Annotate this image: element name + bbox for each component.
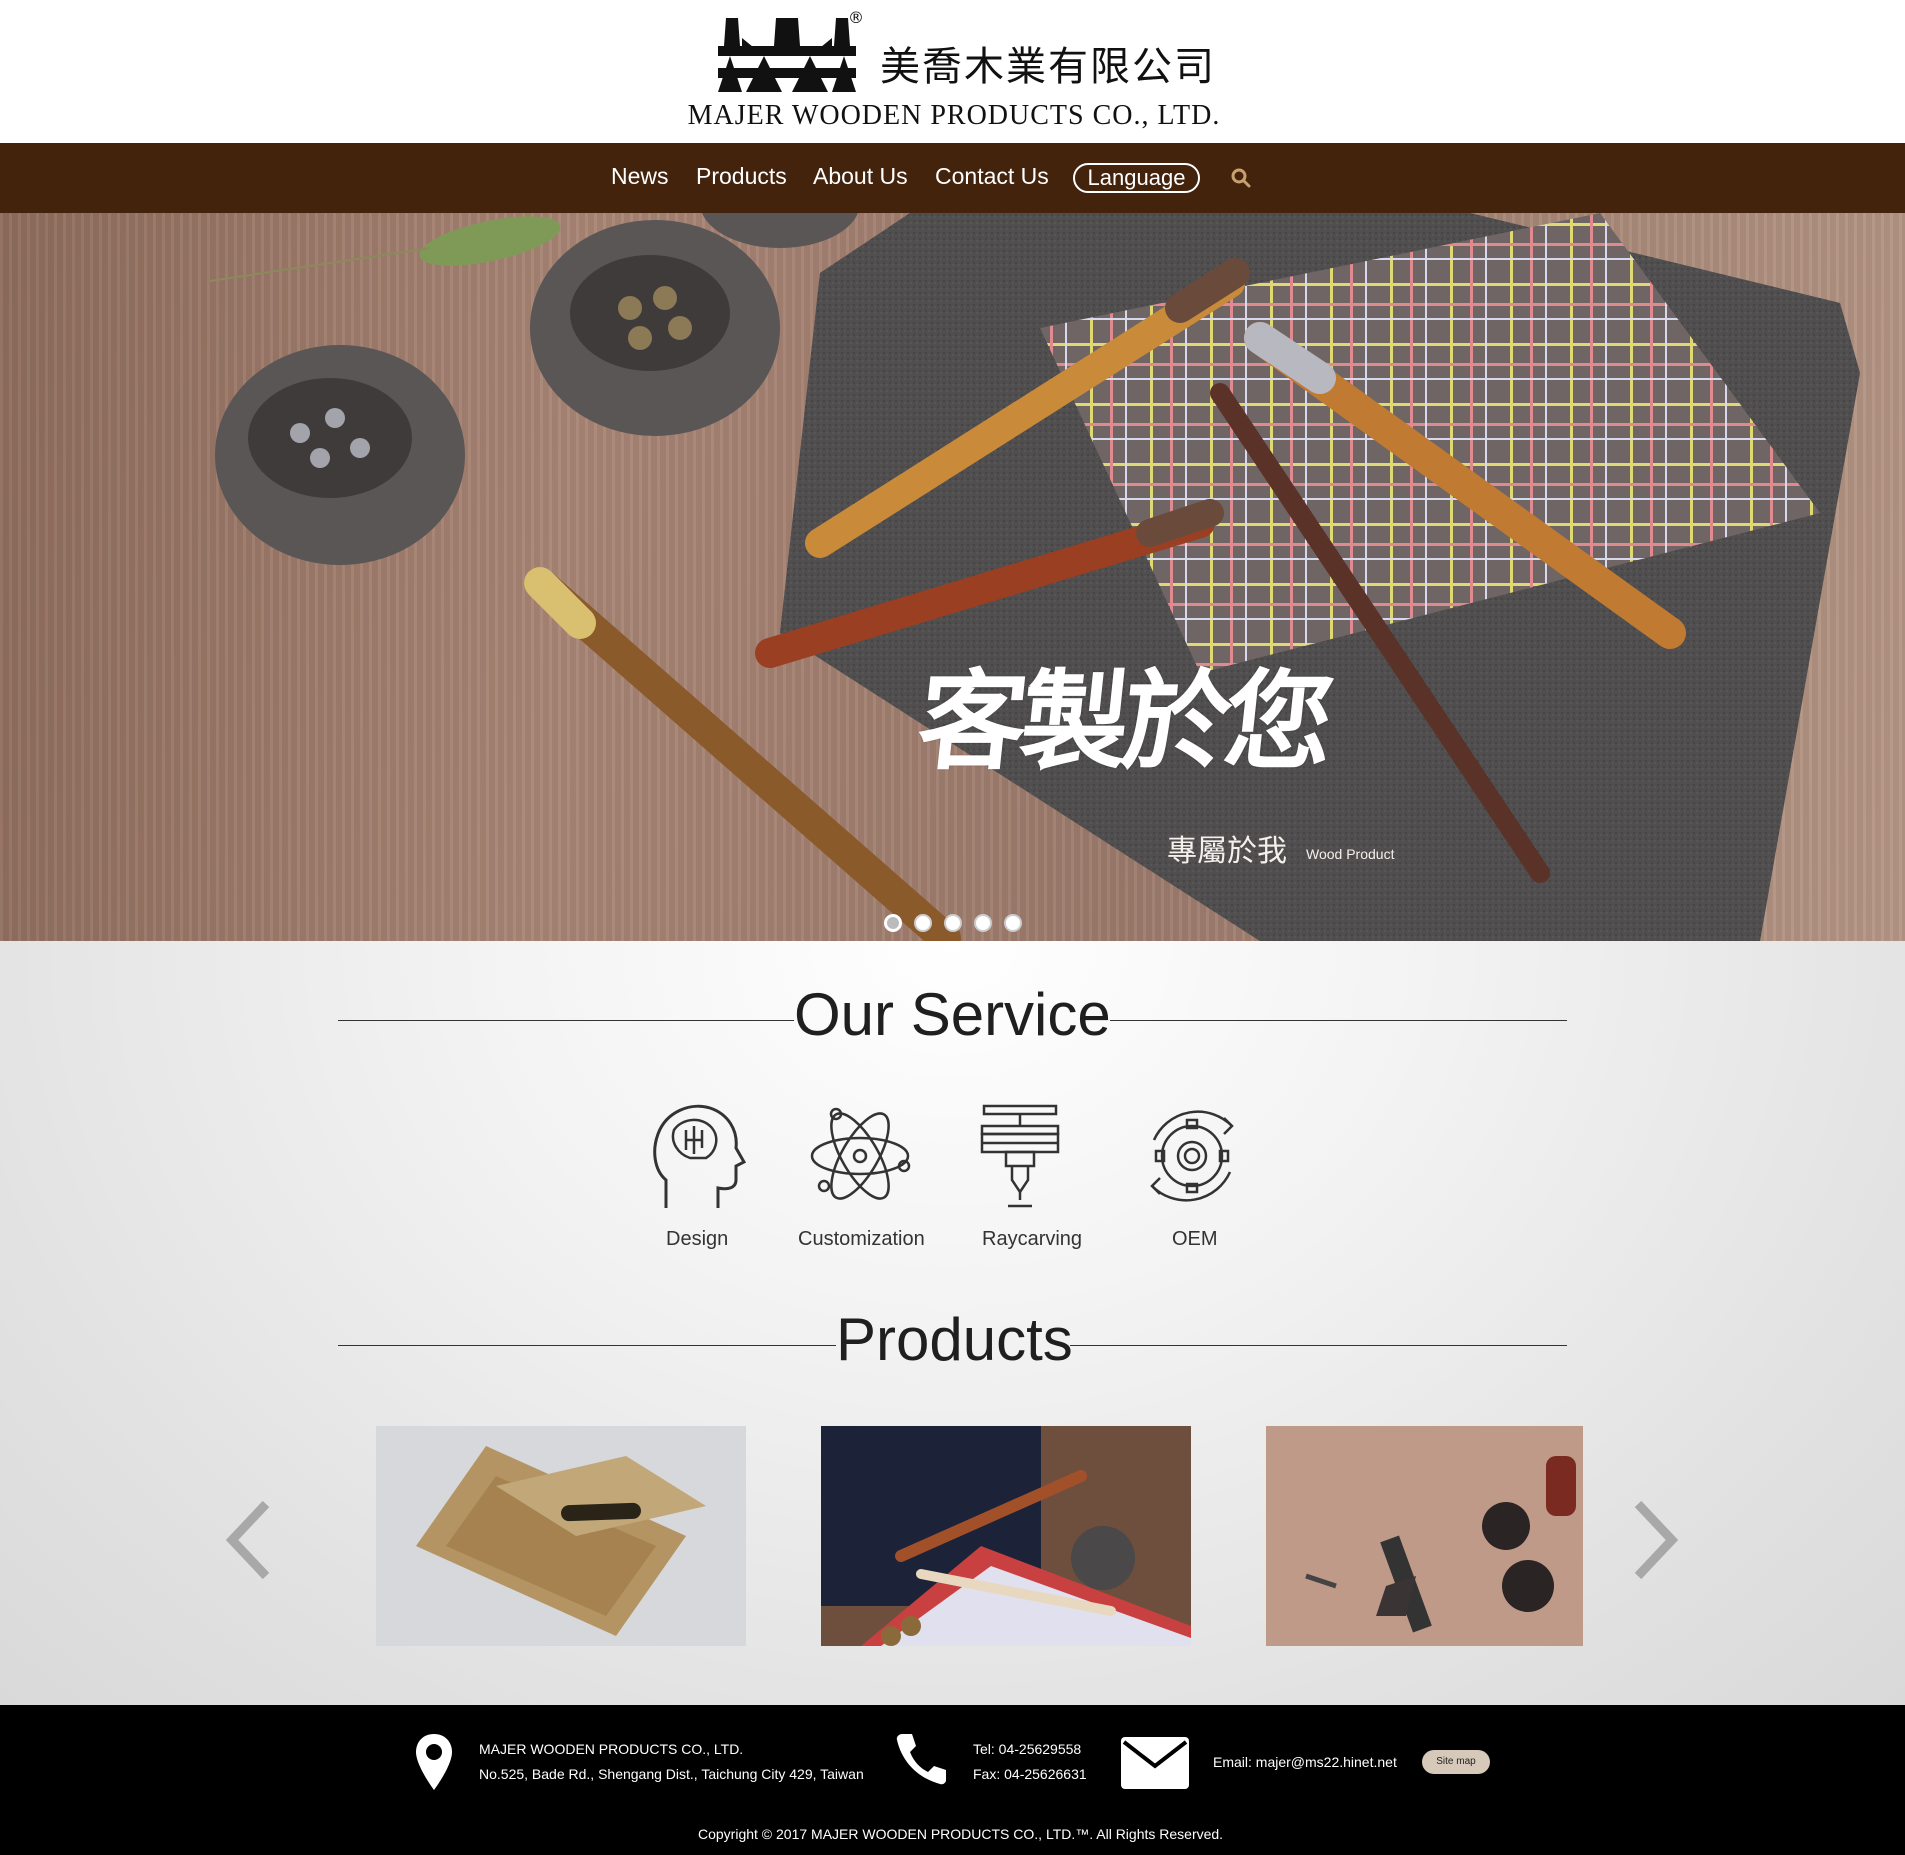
- mail-icon: [1121, 1737, 1189, 1789]
- company-name-en[interactable]: MAJER WOODEN PRODUCTS CO., LTD.: [664, 100, 1244, 132]
- sitemap-button[interactable]: Site map: [1422, 1750, 1490, 1774]
- hero-subline: 專屬於我: [1167, 834, 1287, 869]
- engraver-icon: [980, 1104, 1060, 1208]
- service-label: Customization: [798, 1228, 925, 1250]
- map-pin-icon: [416, 1734, 452, 1790]
- service-raycarving[interactable]: [960, 1100, 1080, 1212]
- chevron-right-icon[interactable]: [1630, 1500, 1680, 1580]
- slider-dot[interactable]: [974, 914, 992, 932]
- service-oem[interactable]: [1132, 1100, 1252, 1212]
- product-image-box[interactable]: [376, 1426, 746, 1646]
- company-logo-icon[interactable]: [718, 18, 856, 92]
- gear-cycle-icon: [1150, 1110, 1234, 1202]
- footer-tel[interactable]: Tel: 04-25629558: [973, 1741, 1081, 1757]
- products-title: Products: [836, 1306, 1073, 1373]
- product-image-keychains[interactable]: [1266, 1426, 1583, 1646]
- nav-item-news[interactable]: News: [611, 163, 669, 190]
- hero-illustration: [209, 213, 1860, 941]
- hero-subline-en: Wood Product: [1306, 846, 1395, 862]
- hero-slider[interactable]: 客製於您 專屬於我 Wood Product: [0, 213, 1905, 941]
- language-button[interactable]: Language: [1073, 163, 1200, 193]
- footer-email[interactable]: Email: majer@ms22.hinet.net: [1213, 1754, 1397, 1770]
- product-image-pens[interactable]: [821, 1426, 1191, 1646]
- registered-mark: ®: [848, 8, 864, 27]
- footer-fax: Fax: 04-25626631: [973, 1766, 1087, 1782]
- phone-icon: [896, 1734, 946, 1785]
- slider-dot[interactable]: [1004, 914, 1022, 932]
- slider-dot[interactable]: [914, 914, 932, 932]
- pens-illustration: [821, 1426, 1191, 1646]
- service-label: Raycarving: [982, 1228, 1083, 1250]
- copyright: Copyright © 2017 MAJER WOODEN PRODUCTS C…: [698, 1826, 1224, 1842]
- keychains-illustration: [1305, 1456, 1576, 1633]
- hero-headline: 客製於您: [912, 659, 1334, 785]
- company-name-cn[interactable]: 美喬木業有限公司: [880, 34, 1216, 92]
- pen-box-illustration: [416, 1446, 706, 1636]
- service-design[interactable]: [636, 1100, 756, 1212]
- nav-item-about-us[interactable]: About Us: [813, 163, 908, 190]
- title-rule-left: [338, 1020, 794, 1021]
- slider-dot[interactable]: [884, 914, 902, 932]
- service-customization[interactable]: [800, 1100, 920, 1212]
- slider-dot[interactable]: [944, 914, 962, 932]
- nav-item-products[interactable]: Products: [696, 163, 787, 190]
- site-header: ® 美喬木業有限公司 MAJER WOODEN PRODUCTS CO., LT…: [0, 0, 1905, 143]
- atom-icon: [810, 1107, 911, 1200]
- service-label: OEM: [1172, 1228, 1218, 1250]
- search-icon[interactable]: [1230, 166, 1252, 190]
- footer-company: MAJER WOODEN PRODUCTS CO., LTD.: [479, 1741, 744, 1757]
- our-service-title: Our Service: [794, 981, 1111, 1048]
- service-label: Design: [666, 1228, 729, 1250]
- footer-address: No.525, Bade Rd., Shengang Dist., Taichu…: [479, 1766, 864, 1782]
- nav-item-contact-us[interactable]: Contact Us: [935, 163, 1049, 190]
- title-rule-right: [1070, 1345, 1567, 1346]
- title-rule-left: [338, 1345, 836, 1346]
- title-rule-right: [1110, 1020, 1567, 1021]
- chevron-left-icon[interactable]: [224, 1500, 274, 1580]
- brain-head-icon: [653, 1104, 746, 1208]
